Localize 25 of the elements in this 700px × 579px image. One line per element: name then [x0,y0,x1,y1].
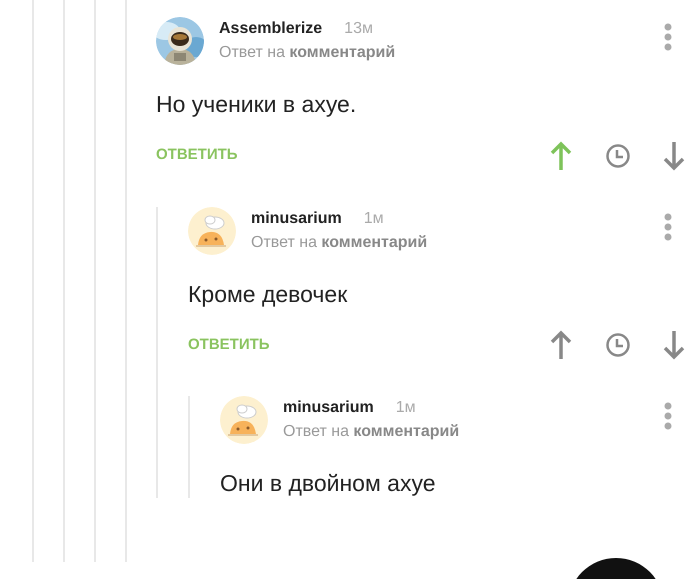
reply-to-link[interactable]: Ответ на комментарий [219,41,396,65]
comment-text: Кроме девочек [188,280,348,308]
clock-icon[interactable] [606,144,630,168]
reply-to-link[interactable]: Ответ на комментарий [251,230,428,255]
reply-to-link[interactable]: Ответ на комментарий [283,420,460,444]
reply-button[interactable]: ОТВЕТИТЬ [188,334,270,356]
more-icon[interactable] [664,402,672,430]
author-name[interactable]: minusarium [283,396,374,420]
author-name[interactable]: Assemblerize [219,17,322,41]
upvote-icon[interactable] [549,329,573,362]
comment-time: 1м [396,398,416,418]
more-icon[interactable] [664,212,672,241]
upvote-icon[interactable] [549,140,573,172]
author-name[interactable]: minusarium [251,206,342,231]
reply-button[interactable]: ОТВЕТИТЬ [156,144,238,167]
comment-text: Они в двойном ахуе [220,470,436,498]
comment-text: Но ученики в ахуе. [156,91,358,119]
downvote-icon[interactable] [662,140,686,172]
comment-time: 13м [344,19,373,39]
avatar-icon [220,396,268,444]
clock-icon[interactable] [606,333,630,358]
more-icon[interactable] [664,23,672,51]
comment-time: 1м [364,208,384,229]
avatar-icon [188,206,236,255]
downvote-icon[interactable] [662,329,686,362]
